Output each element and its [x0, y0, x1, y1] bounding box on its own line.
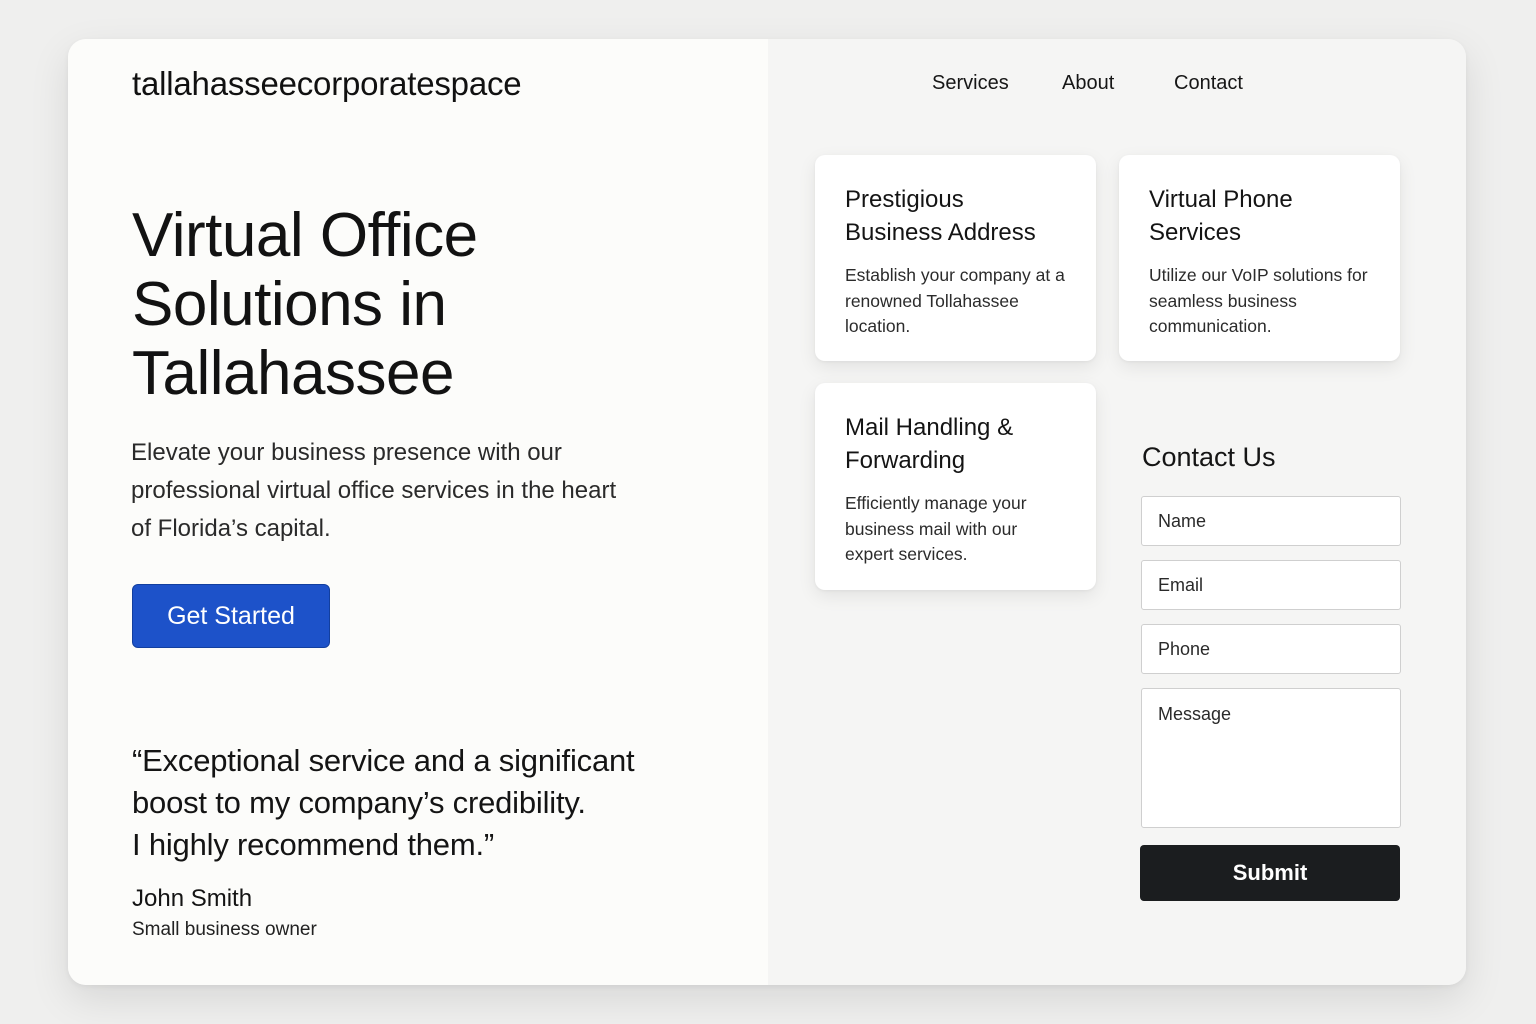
service-card-title: Prestigious Business Address: [845, 186, 1036, 246]
service-card-description: Utilize our VoIP solutions for seamless …: [1149, 265, 1368, 336]
submit-button[interactable]: Submit: [1140, 845, 1400, 901]
contact-form-title: Contact Us: [1142, 442, 1276, 472]
nav-link-services[interactable]: Services: [932, 72, 1009, 95]
service-card-title: Mail Handling & Forwarding: [845, 414, 1014, 474]
services-panel: Services About Contact Prestigious Busin…: [768, 39, 1466, 985]
testimonial-quote-line: boost to my company’s credibility.: [132, 785, 586, 820]
brand-logo-text[interactable]: tallahasseecorporatespace: [132, 65, 522, 103]
testimonial-author-role: Small business owner: [132, 919, 317, 940]
service-card-business-address: Prestigious Business Address Establish y…: [815, 155, 1096, 361]
testimonial-quote-line: I highly recommend them.”: [132, 827, 494, 862]
testimonial-quote: “Exceptional service and a significant b…: [132, 740, 712, 866]
hero-title: Virtual Office Solutions in Tallahassee: [132, 201, 478, 408]
service-card-description: Efficiently manage your business mail wi…: [845, 493, 1027, 564]
message-field[interactable]: [1141, 688, 1401, 828]
hero-subtitle: Elevate your business presence with our …: [131, 439, 617, 542]
page-frame: tallahasseecorporatespace Virtual Office…: [68, 39, 1466, 985]
testimonial-quote-line: “Exceptional service and a significant: [132, 743, 635, 778]
service-card-mail-handling: Mail Handling & Forwarding Efficiently m…: [815, 383, 1096, 590]
get-started-button[interactable]: Get Started: [132, 584, 330, 648]
testimonial-author: John Smith: [132, 885, 253, 912]
name-field[interactable]: [1141, 496, 1401, 546]
service-card-title: Virtual Phone Services: [1149, 186, 1293, 246]
nav-link-about[interactable]: About: [1062, 72, 1114, 95]
service-card-description: Establish your company at a renowned Tol…: [845, 265, 1065, 336]
nav-link-contact[interactable]: Contact: [1174, 72, 1243, 95]
email-field[interactable]: [1141, 560, 1401, 610]
phone-field[interactable]: [1141, 624, 1401, 674]
hero-panel: tallahasseecorporatespace Virtual Office…: [68, 39, 768, 985]
service-card-virtual-phone: Virtual Phone Services Utilize our VoIP …: [1119, 155, 1400, 361]
